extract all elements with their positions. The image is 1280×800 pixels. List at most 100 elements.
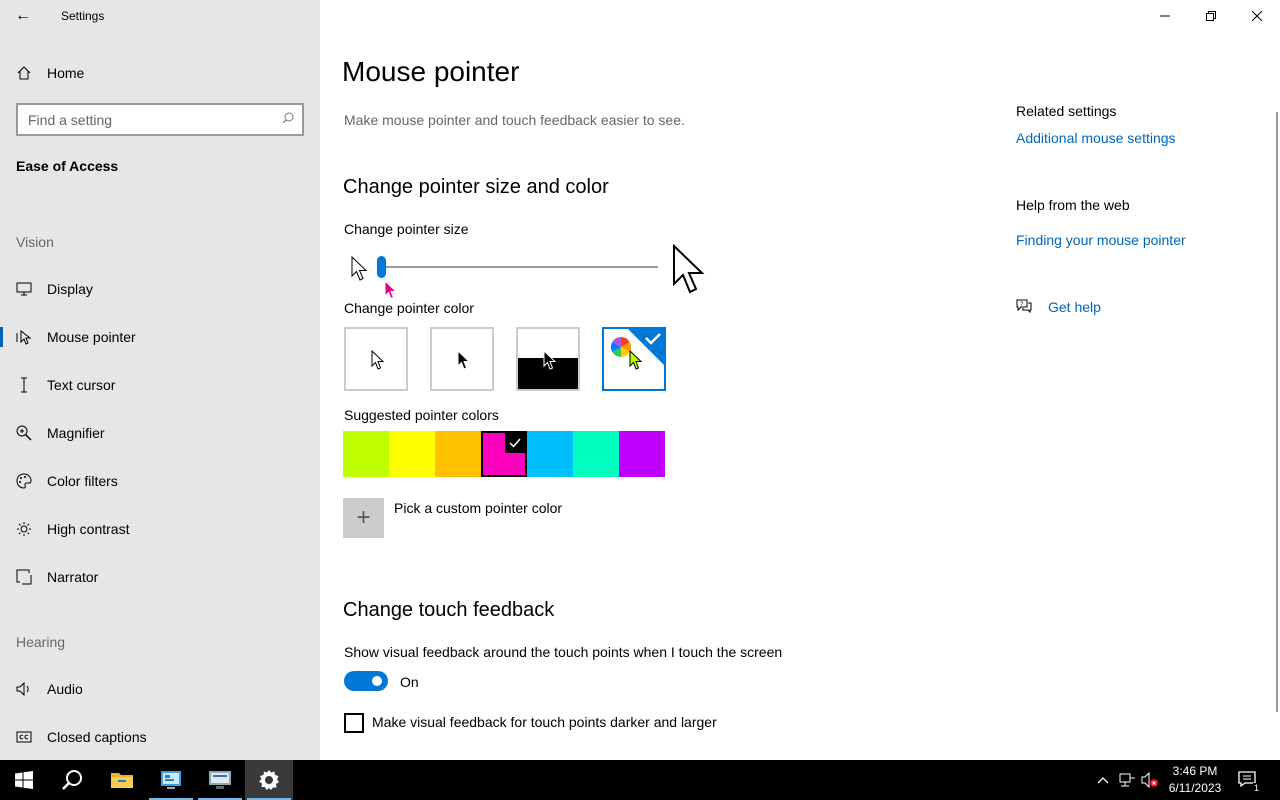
- restore-button[interactable]: [1188, 0, 1234, 32]
- windows-logo-icon: [15, 771, 33, 789]
- help-heading: Help from the web: [1016, 197, 1130, 213]
- sidebar-item-narrator[interactable]: Narrator: [0, 557, 320, 597]
- action-center-button[interactable]: 1: [1236, 770, 1260, 793]
- sidebar-item-label: Mouse pointer: [47, 329, 136, 345]
- scrollbar[interactable]: [1276, 112, 1278, 712]
- clock[interactable]: 3:46 PM 6/11/2023: [1158, 763, 1232, 797]
- swatch-aqua[interactable]: [573, 431, 619, 477]
- swatch-magenta[interactable]: [481, 431, 527, 477]
- clock-date: 6/11/2023: [1168, 781, 1222, 795]
- home-icon: [16, 66, 32, 80]
- sidebar-item-magnifier[interactable]: Magnifier: [0, 413, 320, 453]
- start-button[interactable]: [0, 760, 48, 800]
- control-panel-icon: [161, 771, 181, 789]
- finding-mouse-pointer-link[interactable]: Finding your mouse pointer: [1016, 232, 1186, 248]
- sidebar-item-label: Display: [47, 281, 93, 297]
- sidebar-item-label: Closed captions: [47, 729, 147, 745]
- close-icon: [1252, 11, 1262, 21]
- sidebar-item-audio[interactable]: Audio: [0, 669, 320, 709]
- notification-count: 1: [1252, 783, 1260, 793]
- darker-feedback-label[interactable]: Make visual feedback for touch points da…: [372, 714, 717, 730]
- search-box[interactable]: [16, 103, 304, 136]
- additional-mouse-settings-link[interactable]: Additional mouse settings: [1016, 130, 1176, 146]
- section-heading-pointer: Change pointer size and color: [343, 176, 609, 198]
- sidebar-item-label: Audio: [47, 681, 83, 697]
- toggle-knob: [372, 676, 382, 686]
- mouse-cursor-icon: [384, 280, 398, 300]
- network-icon[interactable]: [1117, 770, 1137, 790]
- group-label-hearing: Hearing: [16, 634, 66, 650]
- sidebar-item-text-cursor[interactable]: Text cursor: [0, 365, 320, 405]
- taskbar: 3:46 PM 6/11/2023 1: [0, 760, 1280, 800]
- sidebar-item-high-contrast[interactable]: High contrast: [0, 509, 320, 549]
- gear-icon: [259, 770, 279, 790]
- sidebar-item-home[interactable]: Home: [0, 56, 320, 90]
- clock-time: 3:46 PM: [1172, 764, 1218, 778]
- plus-icon: +: [356, 504, 371, 531]
- minimize-button[interactable]: [1142, 0, 1188, 32]
- settings-taskbar-button[interactable]: [245, 760, 293, 800]
- sidebar-item-mouse-pointer[interactable]: Mouse pointer: [0, 317, 320, 357]
- pointer-color-label: Change pointer color: [344, 300, 474, 316]
- pointer-color-inverted[interactable]: [516, 327, 580, 391]
- computer-icon: [209, 771, 231, 789]
- display-icon: [16, 282, 32, 296]
- sidebar-item-label: Home: [47, 65, 85, 81]
- small-pointer-icon: [351, 256, 368, 281]
- get-help-icon[interactable]: ?: [1015, 298, 1033, 314]
- pointer-color-custom[interactable]: [602, 327, 666, 391]
- restore-icon: [1206, 11, 1216, 21]
- back-button[interactable]: ←: [0, 0, 46, 32]
- narrator-icon: [16, 569, 32, 585]
- text-cursor-icon: [16, 377, 32, 393]
- control-panel-button[interactable]: [147, 760, 195, 800]
- file-explorer-button[interactable]: [98, 760, 146, 800]
- pointer-color-black[interactable]: [430, 327, 494, 391]
- high-contrast-icon: [16, 521, 32, 537]
- volume-muted-icon[interactable]: [1140, 770, 1160, 790]
- pointer-size-slider-thumb[interactable]: [377, 256, 386, 278]
- search-icon[interactable]: [282, 112, 294, 127]
- search-input[interactable]: [28, 111, 258, 128]
- pointer-size-label: Change pointer size: [344, 221, 469, 237]
- page-description: Make mouse pointer and touch feedback ea…: [344, 112, 685, 128]
- color-filters-icon: [16, 473, 32, 489]
- swatch-yellow[interactable]: [389, 431, 435, 477]
- back-arrow-icon: ←: [15, 7, 31, 24]
- folder-icon: [111, 773, 133, 788]
- minimize-icon: [1160, 15, 1170, 17]
- pick-custom-color-label[interactable]: Pick a custom pointer color: [394, 500, 562, 516]
- sidebar-item-label: Magnifier: [47, 425, 105, 441]
- darker-feedback-checkbox[interactable]: [344, 713, 364, 733]
- section-title: Ease of Access: [16, 158, 119, 174]
- pointer-size-slider[interactable]: [380, 266, 658, 268]
- swatch-lime[interactable]: [343, 431, 389, 477]
- closed-captions-icon: [16, 731, 32, 743]
- toggle-state-label: On: [400, 674, 419, 690]
- tray-overflow-chevron-icon[interactable]: [1094, 770, 1112, 790]
- search-icon: [62, 770, 82, 790]
- remote-desktop-button[interactable]: [196, 760, 244, 800]
- pick-custom-color-button[interactable]: +: [343, 498, 384, 538]
- pointer-color-white[interactable]: [344, 327, 408, 391]
- taskbar-search-button[interactable]: [48, 760, 96, 800]
- get-help-link[interactable]: Get help: [1048, 299, 1101, 315]
- magnifier-icon: [16, 425, 32, 441]
- large-pointer-icon: [673, 244, 705, 294]
- swatch-sky-blue[interactable]: [527, 431, 573, 477]
- sidebar-item-closed-captions[interactable]: Closed captions: [0, 717, 320, 757]
- page-title: Mouse pointer: [342, 56, 520, 87]
- suggested-colors-label: Suggested pointer colors: [344, 407, 499, 423]
- touch-feedback-toggle[interactable]: [344, 671, 388, 691]
- sidebar-item-color-filters[interactable]: Color filters: [0, 461, 320, 501]
- close-button[interactable]: [1234, 0, 1280, 32]
- app-title: Settings: [61, 9, 105, 23]
- black-pointer-icon: [457, 350, 471, 370]
- title-bar: ← Settings: [0, 0, 320, 32]
- white-pointer-icon: [371, 350, 385, 370]
- sidebar-item-display[interactable]: Display: [0, 269, 320, 309]
- group-label-vision: Vision: [16, 234, 54, 250]
- swatch-gold[interactable]: [435, 431, 481, 477]
- touch-feedback-label: Show visual feedback around the touch po…: [344, 644, 783, 660]
- swatch-purple[interactable]: [619, 431, 665, 477]
